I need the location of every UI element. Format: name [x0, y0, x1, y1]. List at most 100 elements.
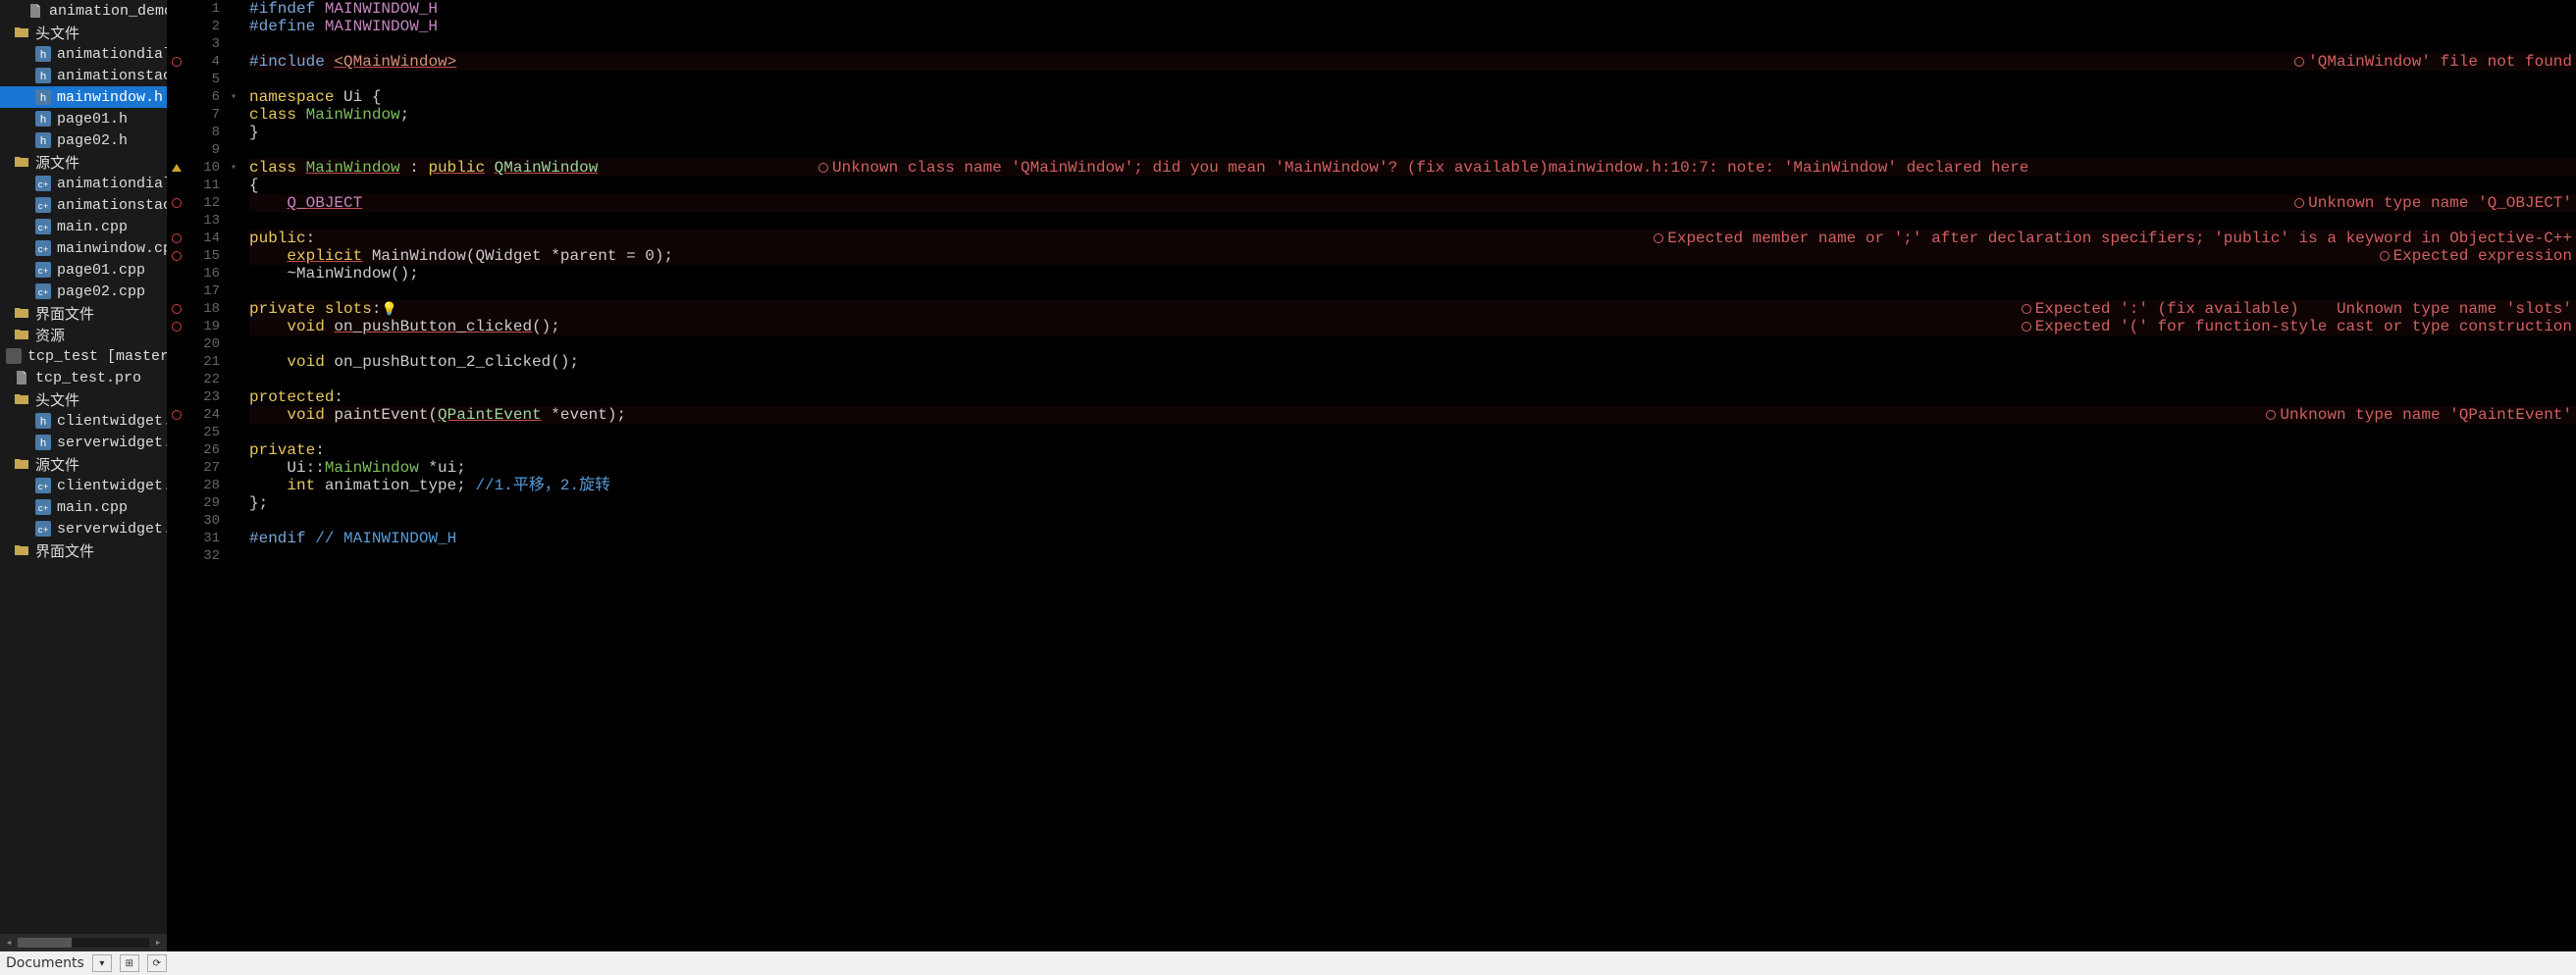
code-line[interactable]: Ui::MainWindow *ui;	[249, 459, 2576, 477]
code-line[interactable]: explicit MainWindow(QWidget *parent = 0)…	[249, 247, 2576, 265]
code-line[interactable]: }	[249, 124, 2576, 141]
code-line[interactable]	[249, 371, 2576, 388]
tree-item[interactable]: 界面文件	[0, 302, 167, 324]
inline-diagnostic[interactable]: Unknown class name 'QMainWindow'; did yo…	[818, 159, 2572, 177]
code-text: void paintEvent(QPaintEvent *event);	[249, 406, 626, 424]
sidebar-hscroll[interactable]: ◂ ▸	[0, 934, 167, 951]
line-number: 1	[186, 0, 220, 18]
tree-item[interactable]: c+clientwidget.cpp	[0, 475, 167, 496]
tree-item[interactable]: hmainwindow.h	[0, 86, 167, 108]
code-area[interactable]: #ifndef MAINWINDOW_H#define MAINWINDOW_H…	[241, 0, 2576, 951]
tree-item[interactable]: hclientwidget.h	[0, 410, 167, 432]
tree-item[interactable]: tcp_test [master]	[0, 345, 167, 367]
code-line[interactable]: #include <QMainWindow>'QMainWindow' file…	[249, 53, 2576, 71]
inline-diagnostic[interactable]: Unknown type name 'QPaintEvent'	[2266, 406, 2572, 424]
gutter-mark	[167, 353, 186, 371]
tree-item[interactable]: c+page01.cpp	[0, 259, 167, 281]
tree-item[interactable]: tcp_test.pro	[0, 367, 167, 388]
code-line[interactable]: public: Expected member name or ';' after…	[249, 230, 2576, 247]
fold-toggle	[226, 0, 241, 18]
code-line[interactable]: int animation_type; //1.平移，2.旋转	[249, 477, 2576, 494]
tree-item[interactable]: c+animationstacke	[0, 194, 167, 216]
code-line[interactable]	[249, 424, 2576, 441]
gutter-mark	[167, 477, 186, 494]
error-icon	[172, 57, 182, 67]
tree-item[interactable]: 头文件	[0, 22, 167, 43]
inline-diagnostic[interactable]: Expected ':' (fix available) Unknown typ…	[2022, 300, 2572, 318]
scroll-thumb[interactable]	[18, 938, 72, 948]
code-line[interactable]: void on_pushButton_clicked();Expected '(…	[249, 318, 2576, 335]
code-line[interactable]: namespace Ui {	[249, 88, 2576, 106]
scroll-left-icon[interactable]: ◂	[0, 934, 18, 951]
tree-item[interactable]: hanimationdialog	[0, 43, 167, 65]
tree-item[interactable]: 界面文件	[0, 539, 167, 561]
gutter-fold[interactable]: ▾▾	[226, 0, 241, 951]
code-text: void on_pushButton_2_clicked();	[249, 353, 579, 371]
code-line[interactable]: private:	[249, 441, 2576, 459]
code-line[interactable]	[249, 335, 2576, 353]
code-line[interactable]	[249, 547, 2576, 565]
fold-toggle	[226, 230, 241, 247]
status-dropdown-icon[interactable]: ▾	[92, 954, 112, 972]
fold-toggle	[226, 212, 241, 230]
code-line[interactable]	[249, 212, 2576, 230]
tree-item[interactable]: hanimationstacke	[0, 65, 167, 86]
code-line[interactable]: void on_pushButton_2_clicked();	[249, 353, 2576, 371]
code-line[interactable]	[249, 35, 2576, 53]
cppfile-icon: c+	[35, 283, 51, 299]
code-line[interactable]: private slots:💡Expected ':' (fix availab…	[249, 300, 2576, 318]
fold-toggle	[226, 477, 241, 494]
tree-item[interactable]: c+page02.cpp	[0, 281, 167, 302]
code-line[interactable]: void paintEvent(QPaintEvent *event); Unkn…	[249, 406, 2576, 424]
tree-item[interactable]: c+main.cpp	[0, 496, 167, 518]
code-line[interactable]: {	[249, 177, 2576, 194]
status-mode[interactable]: Documents	[6, 955, 84, 971]
diagnostic-text: Unknown type name 'Q_OBJECT'	[2308, 194, 2572, 212]
project-sidebar: animation_demo.pr头文件hanimationdialoghani…	[0, 0, 167, 951]
inline-diagnostic[interactable]: Expected '(' for function-style cast or …	[2022, 318, 2572, 335]
tree-item[interactable]: c+mainwindow.cpp	[0, 237, 167, 259]
tree-item[interactable]: 源文件	[0, 453, 167, 475]
tree-item[interactable]: 头文件	[0, 388, 167, 410]
code-line[interactable]	[249, 512, 2576, 530]
code-text: public:	[249, 230, 315, 247]
gutter-mark	[167, 194, 186, 212]
code-editor[interactable]: 1234567891011121314151617181920212223242…	[167, 0, 2576, 951]
tree-item[interactable]: 源文件	[0, 151, 167, 173]
inline-diagnostic[interactable]: Unknown type name 'Q_OBJECT'	[2294, 194, 2572, 212]
code-line[interactable]: #endif // MAINWINDOW_H	[249, 530, 2576, 547]
tree-item[interactable]: c+serverwidget.cp	[0, 518, 167, 539]
inline-diagnostic[interactable]: Expected member name or ';' after declar…	[1654, 230, 2572, 247]
scroll-right-icon[interactable]: ▸	[149, 934, 167, 951]
inline-diagnostic[interactable]: 'QMainWindow' file not found	[2294, 53, 2572, 71]
tree-item[interactable]: hserverwidget.h	[0, 432, 167, 453]
inline-diagnostic[interactable]: Expected expression	[2380, 247, 2572, 265]
gutter-mark	[167, 53, 186, 71]
code-line[interactable]: protected:	[249, 388, 2576, 406]
tree-item[interactable]: 资源	[0, 324, 167, 345]
svg-text:h: h	[40, 136, 47, 148]
code-line[interactable]: Q_OBJECTUnknown type name 'Q_OBJECT'	[249, 194, 2576, 212]
status-split-icon[interactable]: ⊞	[120, 954, 139, 972]
code-line[interactable]: };	[249, 494, 2576, 512]
code-line[interactable]	[249, 141, 2576, 159]
fold-toggle[interactable]: ▾	[226, 159, 241, 177]
project-tree[interactable]: animation_demo.pr头文件hanimationdialoghani…	[0, 0, 167, 934]
hfile-icon: h	[35, 111, 51, 127]
status-sync-icon[interactable]: ⟳	[147, 954, 167, 972]
code-line[interactable]: ~MainWindow();	[249, 265, 2576, 282]
code-line[interactable]: class MainWindow;	[249, 106, 2576, 124]
error-icon	[172, 304, 182, 314]
tree-item[interactable]: c+animationdialog	[0, 173, 167, 194]
tree-item[interactable]: hpage01.h	[0, 108, 167, 129]
code-line[interactable]: #define MAINWINDOW_H	[249, 18, 2576, 35]
code-line[interactable]	[249, 71, 2576, 88]
tree-item[interactable]: animation_demo.pr	[0, 0, 167, 22]
fold-toggle[interactable]: ▾	[226, 88, 241, 106]
tree-item[interactable]: hpage02.h	[0, 129, 167, 151]
tree-item[interactable]: c+main.cpp	[0, 216, 167, 237]
code-line[interactable]: #ifndef MAINWINDOW_H	[249, 0, 2576, 18]
error-icon	[2294, 57, 2304, 67]
code-line[interactable]	[249, 282, 2576, 300]
code-line[interactable]: class MainWindow : public QMainWindowUnk…	[249, 159, 2576, 177]
